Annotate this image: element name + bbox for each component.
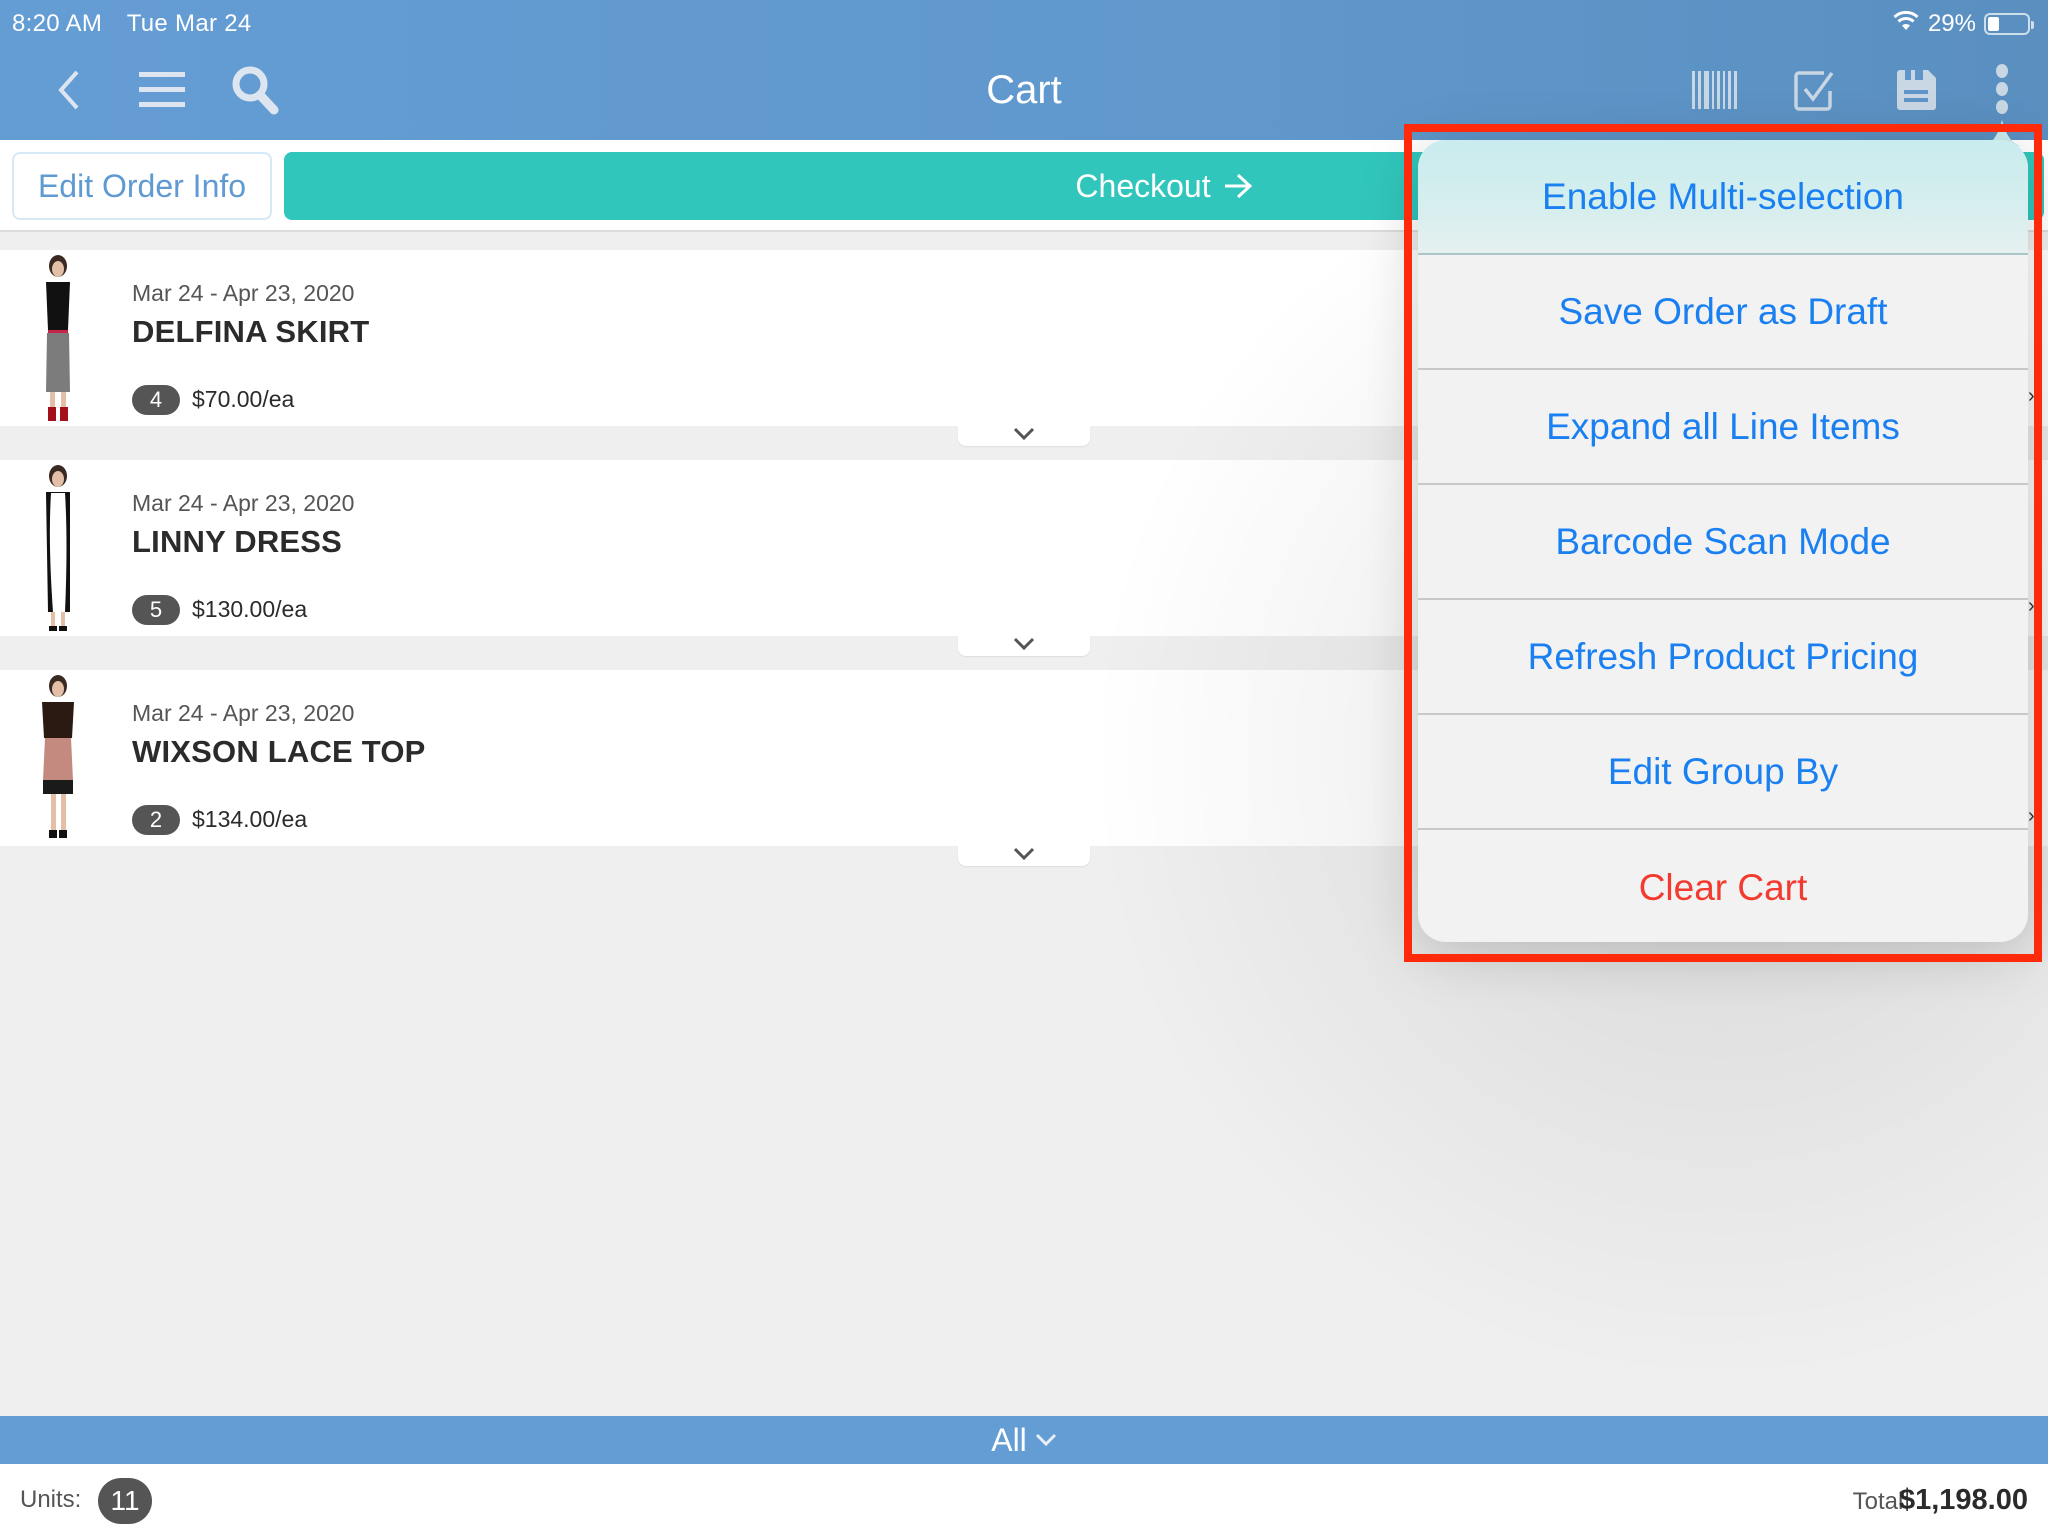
unit-price: $134.00/ea	[192, 806, 308, 832]
group-filter-dropdown[interactable]: All	[0, 1416, 2048, 1464]
edit-order-info-label: Edit Order Info	[37, 167, 247, 204]
group-filter-label: All	[991, 1421, 1027, 1458]
quantity-badge: 4	[132, 385, 180, 415]
product-name: WIXSON LACE TOP	[132, 734, 426, 769]
product-name: LINNY DRESS	[132, 524, 343, 559]
units-count-badge: 11	[98, 1478, 152, 1524]
menu-item-clear-cart[interactable]: Clear Cart	[1418, 830, 2028, 942]
save-floppy-icon	[1897, 70, 1936, 110]
cart-summary-footer: Units: 11 Total: $1,198.00	[0, 1464, 2048, 1536]
multi-select-button[interactable]	[1788, 62, 1844, 118]
menu-item-label: Enable Multi-selection	[1542, 175, 1904, 217]
rental-dates: Mar 24 - Apr 23, 2020	[132, 700, 355, 726]
menu-item-edit-group-by[interactable]: Edit Group By	[1418, 715, 2028, 830]
product-thumbnail-wixson-lace-top	[42, 675, 74, 838]
save-button[interactable]	[1888, 62, 1944, 118]
product-name: DELFINA SKIRT	[132, 314, 370, 349]
more-options-menu: Enable Multi-selection Save Order as Dra…	[1418, 140, 2028, 942]
quantity-badge: 5	[132, 595, 180, 625]
status-date: Tue Mar 24	[126, 10, 252, 37]
more-options-button[interactable]	[1974, 62, 2030, 118]
top-bar: 8:20 AM Tue Mar 24 29% Cart	[0, 0, 2048, 140]
row-chevron-right-icon: ›	[2028, 595, 2035, 617]
menu-item-label: Refresh Product Pricing	[1527, 635, 1919, 677]
barcode-button[interactable]	[1686, 62, 1742, 118]
rental-dates: Mar 24 - Apr 23, 2020	[132, 280, 355, 306]
expand-line-item-button[interactable]	[958, 846, 1090, 866]
menu-item-save-order-as-draft[interactable]: Save Order as Draft	[1418, 255, 2028, 370]
row-chevron-right-icon: ›	[2028, 805, 2035, 827]
menu-item-expand-all-line-items[interactable]: Expand all Line Items	[1418, 370, 2028, 485]
product-thumbnail-delfina-skirt	[46, 255, 70, 421]
unit-price: $70.00/ea	[192, 386, 295, 412]
checkbox-icon	[1794, 71, 1834, 111]
more-vertical-icon	[1996, 64, 2008, 114]
chevron-down-icon	[1013, 427, 1035, 441]
chevron-down-icon	[1035, 1433, 1056, 1447]
battery-icon	[1984, 13, 2034, 35]
status-bar-left: 8:20 AM Tue Mar 24	[12, 4, 270, 44]
status-bar-right: 29%	[1892, 4, 2034, 44]
rental-dates: Mar 24 - Apr 23, 2020	[132, 490, 355, 516]
wifi-icon	[1892, 10, 1920, 39]
menu-item-label: Expand all Line Items	[1546, 405, 1900, 447]
product-thumbnail-linny-dress	[46, 465, 70, 631]
quantity-badge: 2	[132, 805, 180, 835]
arrow-right-icon	[1224, 173, 1252, 199]
unit-price: $130.00/ea	[192, 596, 308, 622]
menu-item-barcode-scan-mode[interactable]: Barcode Scan Mode	[1418, 485, 2028, 600]
menu-item-label: Edit Group By	[1607, 750, 1839, 792]
battery-percent: 29%	[1927, 10, 1976, 37]
status-time: 8:20 AM	[12, 10, 103, 37]
menu-item-label: Save Order as Draft	[1558, 290, 1888, 332]
units-label: Units:	[20, 1486, 82, 1513]
expand-line-item-button[interactable]	[958, 426, 1090, 446]
checkout-label: Checkout	[1075, 167, 1211, 204]
menu-item-label: Barcode Scan Mode	[1555, 520, 1891, 562]
battery-fill	[1988, 17, 2000, 31]
chevron-down-icon	[1013, 847, 1035, 861]
menu-item-label: Clear Cart	[1638, 866, 1808, 908]
expand-line-item-button[interactable]	[958, 636, 1090, 656]
chevron-down-icon	[1013, 637, 1035, 651]
total-value: $1,198.00	[1898, 1484, 2028, 1516]
menu-item-enable-multi-selection[interactable]: Enable Multi-selection	[1418, 140, 2028, 255]
row-chevron-right-icon: ›	[2028, 385, 2035, 407]
menu-item-refresh-product-pricing[interactable]: Refresh Product Pricing	[1418, 600, 2028, 715]
edit-order-info-button[interactable]: Edit Order Info	[12, 152, 272, 220]
barcode-icon	[1692, 71, 1737, 109]
